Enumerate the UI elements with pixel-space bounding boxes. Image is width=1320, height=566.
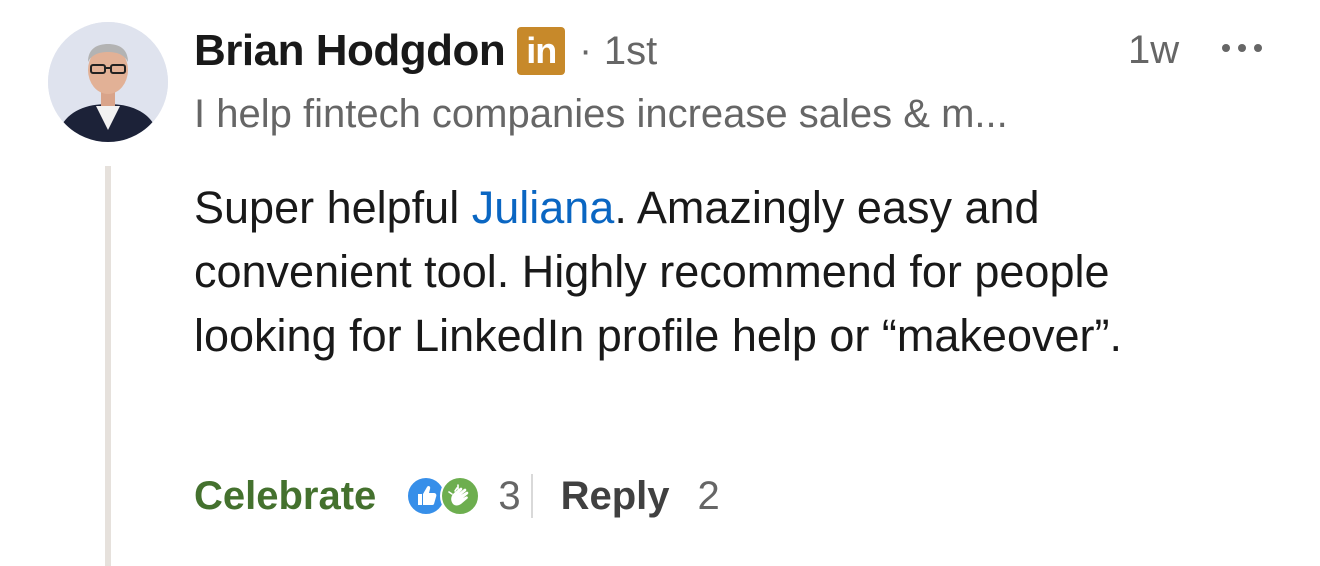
actions-divider bbox=[530, 474, 533, 518]
reply-button[interactable]: Reply bbox=[561, 474, 670, 519]
clapping-hands-icon bbox=[448, 484, 469, 506]
celebrate-reaction-icon bbox=[440, 476, 481, 516]
author-name[interactable]: Brian Hodgdon bbox=[194, 26, 506, 76]
comment-text: Super helpful Juliana. Amazingly easy an… bbox=[194, 176, 1234, 368]
thumbs-up-icon bbox=[418, 485, 437, 505]
dot bbox=[1254, 44, 1262, 52]
dot bbox=[1222, 44, 1230, 52]
linkedin-badge-icon: in bbox=[517, 27, 566, 75]
celebrate-button[interactable]: Celebrate bbox=[194, 474, 376, 519]
connection-degree: 1st bbox=[603, 28, 658, 73]
more-options-icon[interactable] bbox=[1222, 40, 1262, 56]
profile-photo-icon bbox=[48, 22, 168, 142]
reply-count[interactable]: 2 bbox=[698, 474, 720, 519]
reaction-count[interactable]: 3 bbox=[498, 474, 520, 519]
author-headline: I help fintech companies increase sales … bbox=[194, 92, 1008, 136]
comment-timestamp: 1w bbox=[1128, 28, 1180, 72]
comment-text-start: Super helpful bbox=[194, 182, 472, 233]
reaction-icons[interactable] bbox=[406, 473, 482, 519]
author-avatar[interactable] bbox=[48, 22, 168, 142]
author-header: Brian Hodgdon in · 1st bbox=[194, 24, 657, 78]
mention-link[interactable]: Juliana bbox=[472, 182, 615, 233]
dot bbox=[1238, 44, 1246, 52]
comment-card: Brian Hodgdon in · 1st 1w I help fintech… bbox=[0, 0, 1320, 566]
thread-line bbox=[105, 166, 111, 566]
comment-actions: Celebrate 3 Reply 2 bbox=[194, 468, 720, 524]
separator-dot: · bbox=[579, 29, 592, 72]
